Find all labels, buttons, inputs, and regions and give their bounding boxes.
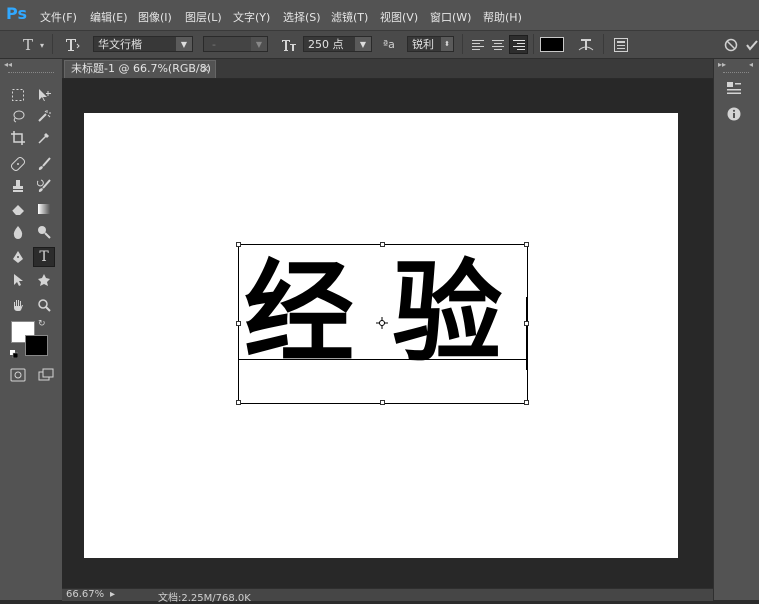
properties-panel-icon[interactable] [724, 79, 744, 97]
menu-file[interactable]: 文件(F) [40, 9, 77, 25]
crop-tool-icon[interactable] [7, 128, 29, 148]
menu-edit[interactable]: 编辑(E) [90, 9, 128, 25]
collapse-panel-icon[interactable]: ◂◂ [4, 60, 12, 69]
chevron-down-icon: ▼ [176, 37, 192, 51]
transform-handle-top[interactable] [380, 242, 385, 247]
transform-handle-top-left[interactable] [236, 242, 241, 247]
zoom-tool-icon[interactable] [33, 295, 55, 315]
font-style-select[interactable]: - ▼ [203, 36, 268, 52]
transform-handle-bottom-left[interactable] [236, 400, 241, 405]
antialias-select[interactable]: 锐利 ⬍ [407, 36, 454, 52]
type-tool-preset-icon[interactable]: T [18, 36, 38, 54]
text-cursor [526, 297, 528, 370]
menu-window[interactable]: 窗口(W) [430, 9, 471, 25]
font-family-value: 华文行楷 [98, 38, 142, 51]
custom-shape-tool-icon[interactable] [33, 270, 55, 290]
right-dock-panel: ▸▸ ◂ [713, 59, 759, 600]
app-logo: Ps [6, 4, 27, 23]
blur-tool-icon[interactable] [7, 222, 29, 242]
font-style-value: - [212, 37, 216, 51]
preset-dropdown-icon[interactable]: ▾ [40, 41, 44, 50]
menu-help[interactable]: 帮助(H) [483, 9, 522, 25]
transform-handle-top-right[interactable] [524, 242, 529, 247]
expand-panels-icon[interactable]: ▸▸ [718, 60, 726, 69]
dodge-tool-icon[interactable] [33, 222, 55, 242]
font-size-select[interactable]: 250 点 ▼ [303, 36, 372, 52]
info-panel-icon[interactable] [724, 105, 744, 123]
hand-tool-icon[interactable] [7, 295, 29, 315]
default-colors-icon[interactable] [10, 348, 19, 359]
eraser-tool-icon[interactable] [7, 199, 29, 219]
chevron-down-icon: ▼ [355, 37, 371, 51]
transform-handle-left[interactable] [236, 321, 241, 326]
toggle-text-orientation-icon[interactable] [62, 35, 82, 55]
magic-wand-tool-icon[interactable] [33, 106, 55, 126]
lasso-tool-icon[interactable] [7, 106, 29, 126]
font-size-icon [280, 35, 298, 55]
gradient-tool-icon[interactable] [33, 199, 55, 219]
move-tool-icon[interactable] [33, 85, 55, 105]
panel-grip[interactable] [723, 72, 749, 75]
healing-brush-tool-icon[interactable] [7, 154, 29, 174]
brush-tool-icon[interactable] [33, 154, 55, 174]
menu-type[interactable]: 文字(Y) [233, 9, 270, 25]
tools-panel: ◂◂ T ↻ [0, 59, 63, 600]
swap-colors-icon[interactable]: ↻ [38, 319, 46, 329]
background-color-swatch[interactable] [25, 335, 48, 356]
screen-mode-icon[interactable] [35, 365, 57, 385]
zoom-level[interactable]: 66.67% [66, 589, 104, 600]
align-center-icon[interactable] [490, 37, 506, 53]
collapse-panels-icon[interactable]: ◂ [749, 60, 753, 69]
document-tab[interactable]: 未标题-1 @ 66.7%(RGB/8) × [64, 60, 216, 78]
reference-point-icon[interactable] [376, 317, 388, 329]
status-bar: 66.67% ▸ 文档:2.25M/768.0K [62, 588, 713, 604]
panel-grip[interactable] [8, 72, 54, 75]
commit-edit-icon[interactable] [744, 37, 759, 53]
eyedropper-tool-icon[interactable] [33, 128, 55, 148]
pen-tool-icon[interactable] [7, 247, 29, 267]
status-menu-icon[interactable]: ▸ [110, 589, 115, 600]
close-tab-icon[interactable]: × [201, 61, 210, 77]
transform-handle-bottom[interactable] [380, 400, 385, 405]
quick-mask-icon[interactable] [7, 365, 29, 385]
text-layer[interactable]: 经 验 [236, 242, 529, 405]
menu-image[interactable]: 图像(I) [138, 9, 172, 25]
font-size-value: 250 点 [308, 38, 344, 51]
menu-filter[interactable]: 滤镜(T) [331, 9, 368, 25]
menu-bar: Ps 文件(F) 编辑(E) 图像(I) 图层(L) 文字(Y) 选择(S) 滤… [0, 0, 759, 31]
menu-layer[interactable]: 图层(L) [185, 9, 222, 25]
menu-view[interactable]: 视图(V) [380, 9, 418, 25]
antialias-value: 锐利 [412, 38, 434, 51]
cancel-edit-icon[interactable] [722, 36, 740, 54]
antialias-icon: ªa [383, 38, 395, 51]
text-baseline [238, 359, 526, 360]
text-color-swatch[interactable] [540, 37, 564, 52]
marquee-tool-icon[interactable] [7, 85, 29, 105]
document-tab-title: 未标题-1 @ 66.7%(RGB/8) [71, 62, 211, 75]
transform-handle-bottom-right[interactable] [524, 400, 529, 405]
canvas-text[interactable]: 经 验 [244, 238, 534, 388]
warp-text-icon[interactable] [577, 35, 595, 55]
clone-stamp-tool-icon[interactable] [7, 176, 29, 196]
history-brush-tool-icon[interactable] [33, 176, 55, 196]
menu-select[interactable]: 选择(S) [283, 9, 321, 25]
type-tool-icon[interactable]: T [33, 247, 55, 267]
transform-handle-right[interactable] [524, 321, 529, 326]
character-panel-icon[interactable] [612, 36, 630, 54]
font-family-select[interactable]: 华文行楷 ▼ [93, 36, 193, 52]
document-info: 文档:2.25M/768.0K [158, 593, 251, 604]
align-left-icon[interactable] [470, 37, 486, 53]
chevron-down-icon: ▼ [251, 37, 267, 51]
document-canvas[interactable]: 经 验 [84, 113, 678, 558]
chevron-updown-icon: ⬍ [441, 37, 453, 51]
align-right-icon[interactable] [509, 35, 528, 54]
path-selection-tool-icon[interactable] [7, 270, 29, 290]
